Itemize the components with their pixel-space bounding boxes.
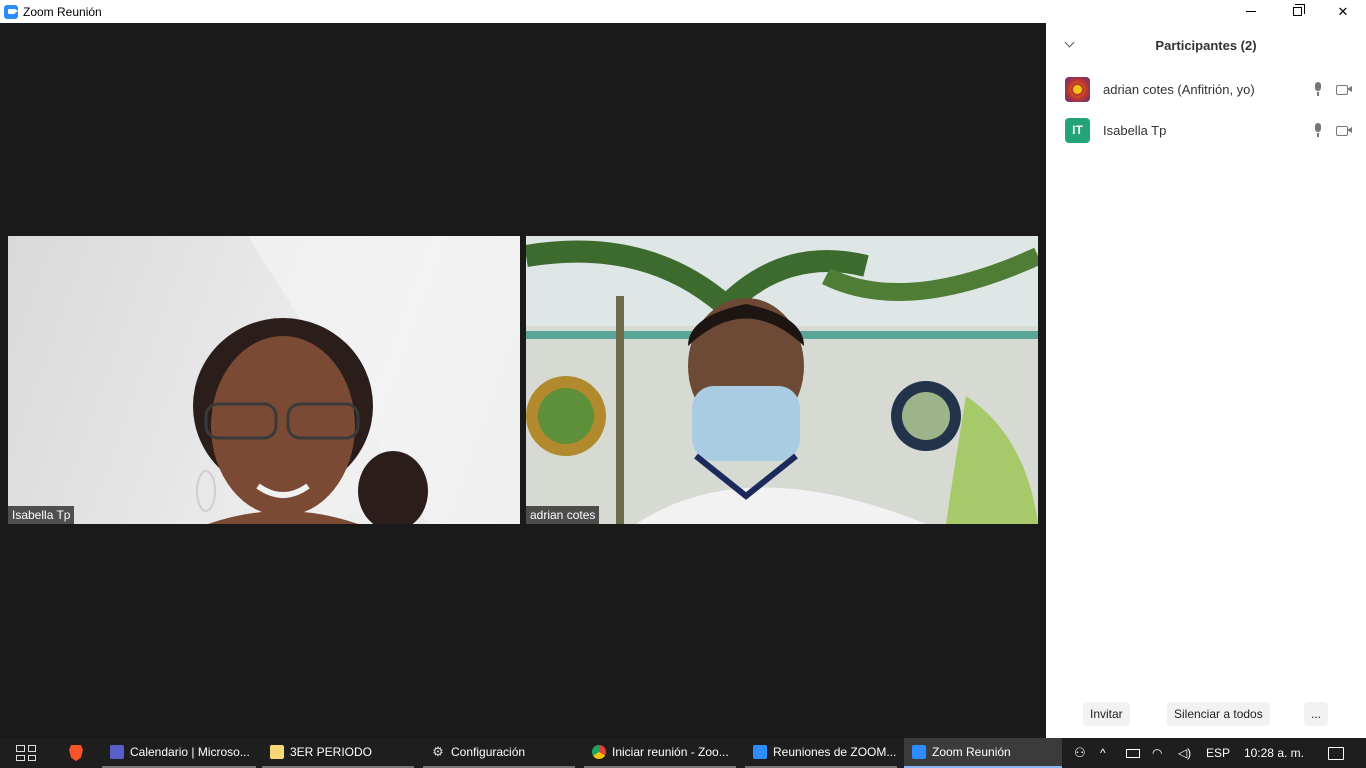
system-tray: ⚇ ^ ◠ ◁) ESP 10:28 a. m.	[1068, 738, 1366, 768]
participant-name: Isabella Tp	[1103, 122, 1167, 138]
restore-icon	[1292, 4, 1305, 16]
window-controls: ✕	[1228, 0, 1366, 23]
zoom-app-icon	[4, 4, 18, 19]
avatar	[1065, 76, 1090, 102]
people-icon[interactable]: ⚇	[1074, 746, 1088, 760]
brave-browser-icon[interactable]	[69, 745, 83, 761]
participants-title: Participantes (2)	[1155, 37, 1257, 53]
minimize-button[interactable]	[1228, 0, 1274, 23]
task-view-icon[interactable]	[16, 745, 36, 761]
zoom-icon	[753, 745, 767, 759]
video-camera-icon[interactable]	[1336, 124, 1352, 136]
zoom-icon	[912, 745, 926, 759]
teams-icon	[110, 745, 124, 759]
close-icon: ✕	[1337, 3, 1349, 19]
taskbar-item-zoom-meeting[interactable]: Zoom Reunión	[904, 738, 1062, 768]
taskbar-item-label: Configuración	[451, 745, 526, 759]
mute-all-button[interactable]: Silenciar a todos	[1167, 702, 1270, 726]
video-tile-isabella[interactable]: Isabella Tp	[8, 236, 520, 524]
taskbar: Calendario | Microso... 3ER PERIODO ⚙ Co…	[0, 738, 1366, 768]
title-bar: Zoom Reunión ✕	[0, 0, 1366, 23]
taskbar-item-folder[interactable]: 3ER PERIODO	[262, 738, 414, 768]
video-feed-adrian	[526, 236, 1038, 524]
participants-footer: Invitar Silenciar a todos ...	[1046, 702, 1366, 726]
minimize-icon	[1246, 11, 1256, 12]
participant-name: adrian cotes (Anfitrión, yo)	[1103, 81, 1255, 97]
tile-name-tag: Isabella Tp	[8, 506, 75, 524]
video-camera-icon[interactable]	[1336, 83, 1352, 95]
participants-header: Participantes (2)	[1046, 23, 1366, 67]
close-button[interactable]: ✕	[1320, 0, 1366, 23]
taskbar-item-label: Iniciar reunión - Zoo...	[612, 745, 729, 759]
taskbar-item-label: Zoom Reunión	[932, 745, 1011, 759]
volume-icon[interactable]: ◁)	[1178, 746, 1192, 760]
taskbar-item-calendar[interactable]: Calendario | Microso...	[102, 738, 256, 768]
taskbar-item-chrome[interactable]: Iniciar reunión - Zoo...	[584, 738, 736, 768]
microphone-icon[interactable]	[1312, 122, 1324, 138]
gear-icon: ⚙	[432, 744, 444, 759]
microphone-icon[interactable]	[1312, 81, 1324, 97]
participants-panel: Participantes (2) adrian cotes (Anfitrió…	[1046, 23, 1366, 738]
video-stage: Isabella Tp adrian cotes	[0, 23, 1046, 738]
video-tile-adrian[interactable]: adrian cotes	[526, 236, 1038, 524]
folder-icon	[270, 745, 284, 759]
taskbar-item-settings[interactable]: ⚙ Configuración	[423, 738, 575, 768]
participant-row[interactable]: adrian cotes (Anfitrión, yo)	[1046, 71, 1366, 107]
participant-row[interactable]: IT Isabella Tp	[1046, 112, 1366, 148]
taskbar-item-label: 3ER PERIODO	[290, 745, 373, 759]
tile-name-tag: adrian cotes	[526, 506, 600, 524]
taskbar-item-label: Reuniones de ZOOM...	[773, 745, 897, 759]
video-feed-isabella	[193, 236, 520, 524]
window-title: Zoom Reunión	[23, 4, 102, 19]
clock[interactable]: 10:28 a. m.	[1244, 746, 1304, 760]
restore-button[interactable]	[1274, 0, 1320, 23]
battery-icon[interactable]	[1125, 748, 1140, 758]
chevron-up-icon[interactable]: ^	[1100, 746, 1114, 760]
more-options-button[interactable]: ...	[1304, 702, 1329, 726]
chevron-down-icon[interactable]	[1064, 37, 1076, 49]
notifications-icon[interactable]	[1328, 746, 1344, 760]
wifi-icon[interactable]: ◠	[1152, 746, 1166, 760]
invite-button[interactable]: Invitar	[1083, 702, 1130, 726]
taskbar-item-zoom-meetings[interactable]: Reuniones de ZOOM...	[745, 738, 897, 768]
avatar: IT	[1065, 117, 1090, 143]
chrome-icon	[592, 745, 606, 759]
language-indicator[interactable]: ESP	[1206, 746, 1230, 760]
taskbar-item-label: Calendario | Microso...	[130, 745, 250, 759]
